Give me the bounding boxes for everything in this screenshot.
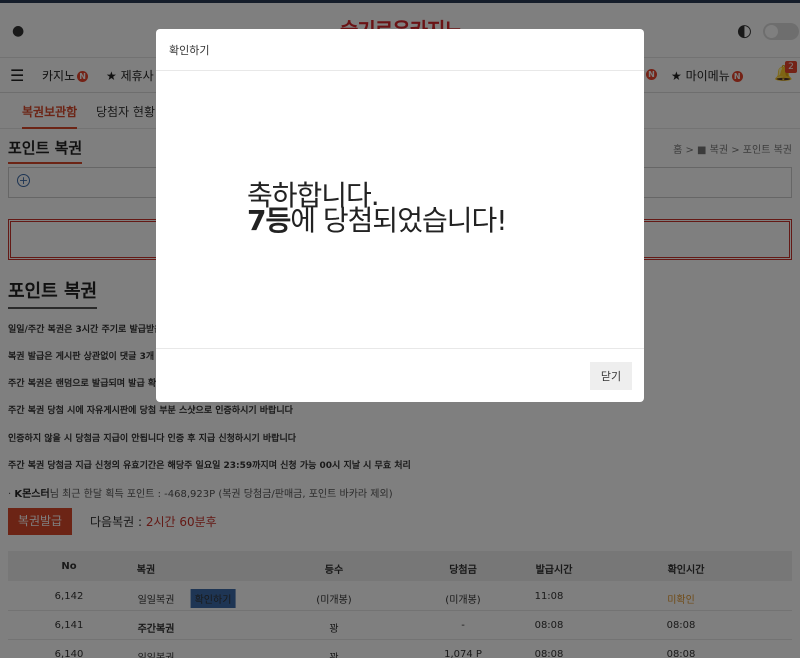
modal-body: 축하합니다. 7등에 당첨되었습니다! — [156, 71, 644, 349]
modal-header: 확인하기 — [156, 29, 644, 71]
result-modal: 확인하기 축하합니다. 7등에 당첨되었습니다! 닫기 — [156, 29, 644, 402]
modal-title: 확인하기 — [169, 44, 210, 57]
winning-line: 7등에 당첨되었습니다! — [247, 199, 507, 239]
winning-text: 에 당첨되었습니다! — [290, 204, 507, 237]
close-button[interactable]: 닫기 — [590, 362, 632, 390]
winning-rank: 7등 — [247, 204, 291, 237]
